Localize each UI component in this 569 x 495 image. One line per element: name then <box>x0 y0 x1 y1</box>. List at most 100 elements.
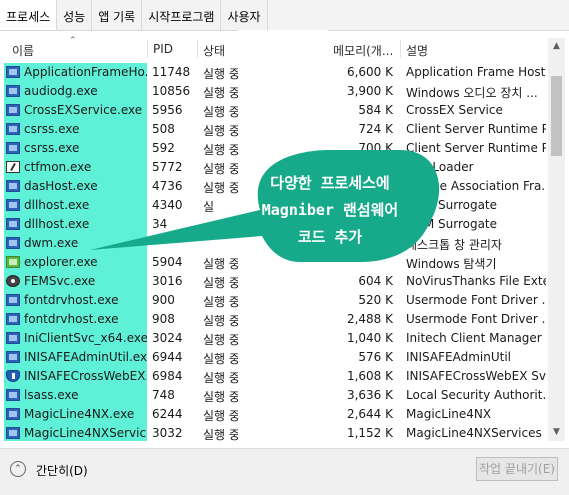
process-description: Client Server Runtime P... <box>406 122 546 136</box>
process-description: COM Surrogate <box>406 217 498 231</box>
process-name: dwm.exe <box>24 236 79 250</box>
callout-line: 다양한 프로세스에 <box>270 174 390 192</box>
process-name: dllhost.exe <box>24 198 90 212</box>
process-pid: 900 <box>152 293 175 307</box>
process-status: 실행 중 <box>203 86 240 100</box>
tab-processes[interactable]: 프로세스 <box>0 0 58 30</box>
process-pid: 508 <box>152 122 175 136</box>
column-divider <box>197 40 198 58</box>
highlighted-name-cell: explorer.exe <box>4 253 147 272</box>
process-memory: 3,636 K <box>346 388 393 402</box>
process-name: explorer.exe <box>24 255 98 269</box>
column-divider <box>147 40 148 58</box>
process-name: csrss.exe <box>24 122 80 136</box>
vertical-scrollbar[interactable]: ▲ ▼ <box>548 38 565 441</box>
highlighted-name-cell: MagicLine4NXServic... <box>4 424 147 441</box>
process-pid: 3016 <box>152 274 183 288</box>
process-name: ctfmon.exe <box>24 160 92 174</box>
process-name: dllhost.exe <box>24 217 90 231</box>
process-description: COM Surrogate <box>406 198 498 212</box>
app-window-icon <box>6 389 20 401</box>
process-name: CrossEXService.exe <box>24 103 143 117</box>
process-memory: 3,900 K <box>346 84 393 98</box>
column-status[interactable]: 상태 <box>203 42 225 59</box>
process-description: Client Server Runtime P... <box>406 141 546 155</box>
sort-up-icon: ⌃ <box>69 36 77 46</box>
tab-users[interactable]: 사용자 <box>221 0 268 30</box>
column-name[interactable]: 이름 <box>12 42 34 59</box>
scroll-up-arrow-icon[interactable]: ▲ <box>548 38 565 55</box>
app-window-icon <box>6 313 20 325</box>
process-name: audiodg.exe <box>24 84 98 98</box>
process-pid: 3024 <box>152 331 183 345</box>
process-pid: 4736 <box>152 179 183 193</box>
fewer-details-link[interactable]: 간단히(D) <box>36 462 88 479</box>
process-name: INISAFEAdminUtil.exe <box>24 350 147 364</box>
column-memory[interactable]: 메모리(개... <box>333 42 393 59</box>
process-memory: 724 K <box>358 122 393 136</box>
column-pid[interactable]: PID <box>153 42 173 56</box>
process-memory: 6,600 K <box>346 65 393 79</box>
process-status: 실행 중 <box>203 409 240 423</box>
highlighted-name-cell: fontdrvhost.exe <box>4 310 147 329</box>
column-description[interactable]: 설명 <box>406 42 428 59</box>
app-window-icon <box>6 123 20 135</box>
process-description: Initech Client Manager ... <box>406 331 546 345</box>
tab-bar: 프로세스 성능 앱 기록 시작프로그램 사용자 <box>0 0 569 31</box>
chevron-up-icon[interactable]: ⌃ <box>10 461 26 477</box>
process-name: MagicLine4NXServic... <box>24 426 147 440</box>
highlighted-name-cell: audiodg.exe <box>4 82 147 101</box>
process-pid: 6944 <box>152 350 183 364</box>
footer-bar: ⌃ 간단히(D) 작업 끝내기(E) <box>0 448 569 495</box>
process-description: Windows 오디오 장치 ... <box>406 86 538 100</box>
tab-startup[interactable]: 시작프로그램 <box>142 0 222 30</box>
tab-app-history[interactable]: 앱 기록 <box>92 0 143 30</box>
explorer-icon <box>6 256 20 268</box>
pen-icon <box>6 161 20 173</box>
process-description: Windows 탐색기 <box>406 257 497 271</box>
process-name: INISAFECrossWebEX... <box>24 369 147 383</box>
process-pid: 34 <box>152 217 168 231</box>
process-memory: 576 K <box>358 350 393 364</box>
app-window-icon <box>6 180 20 192</box>
callout-text: 다양한 프로세스에 Magniber 랜섬웨어 코드 추가 <box>242 170 418 251</box>
scrollbar-thumb[interactable] <box>551 76 562 156</box>
highlighted-name-cell: ctfmon.exe <box>4 158 147 177</box>
highlighted-name-cell: lsass.exe <box>4 386 147 405</box>
process-pid: 908 <box>152 312 175 326</box>
app-window-icon <box>6 332 20 344</box>
process-name: csrss.exe <box>24 141 80 155</box>
callout-line: 코드 추가 <box>297 228 363 246</box>
process-status: 실행 중 <box>203 105 240 119</box>
process-pid: 5956 <box>152 103 183 117</box>
process-description: 데스크톱 창 관리자 <box>406 238 502 252</box>
app-window-icon <box>6 218 20 230</box>
process-description: MagicLine4NX <box>406 407 492 421</box>
process-status: 실행 중 <box>203 162 240 176</box>
callout-line: Magniber 랜섬웨어 <box>261 201 399 219</box>
process-status: 실행 중 <box>203 276 240 290</box>
process-description: CrossEX Service <box>406 103 503 117</box>
highlighted-name-cell: ApplicationFrameHo... <box>4 63 147 82</box>
process-pid: 748 <box>152 388 175 402</box>
app-window-icon <box>6 142 20 154</box>
process-pid: 5904 <box>152 255 183 269</box>
process-memory: 1,608 K <box>346 369 393 383</box>
process-pid: 592 <box>152 141 175 155</box>
process-status: 실행 중 <box>203 390 240 404</box>
process-description: Application Frame Host <box>406 65 546 79</box>
highlighted-name-cell: CrossEXService.exe <box>4 101 147 120</box>
process-description: Usermode Font Driver ... <box>406 293 546 307</box>
app-window-icon <box>6 104 20 116</box>
process-memory: 604 K <box>358 274 393 288</box>
scroll-down-arrow-icon[interactable]: ▼ <box>548 424 565 441</box>
process-pid: 11748 <box>152 65 191 79</box>
app-window-icon <box>6 427 20 439</box>
end-task-button[interactable]: 작업 끝내기(E) <box>476 457 558 481</box>
highlighted-name-cell: dllhost.exe <box>4 196 147 215</box>
process-description: Local Security Authorit... <box>406 388 546 402</box>
highlighted-name-cell: csrss.exe <box>4 120 147 139</box>
tab-performance[interactable]: 성능 <box>57 0 93 30</box>
app-window-icon <box>6 408 20 420</box>
process-status: 실행 중 <box>203 181 240 195</box>
